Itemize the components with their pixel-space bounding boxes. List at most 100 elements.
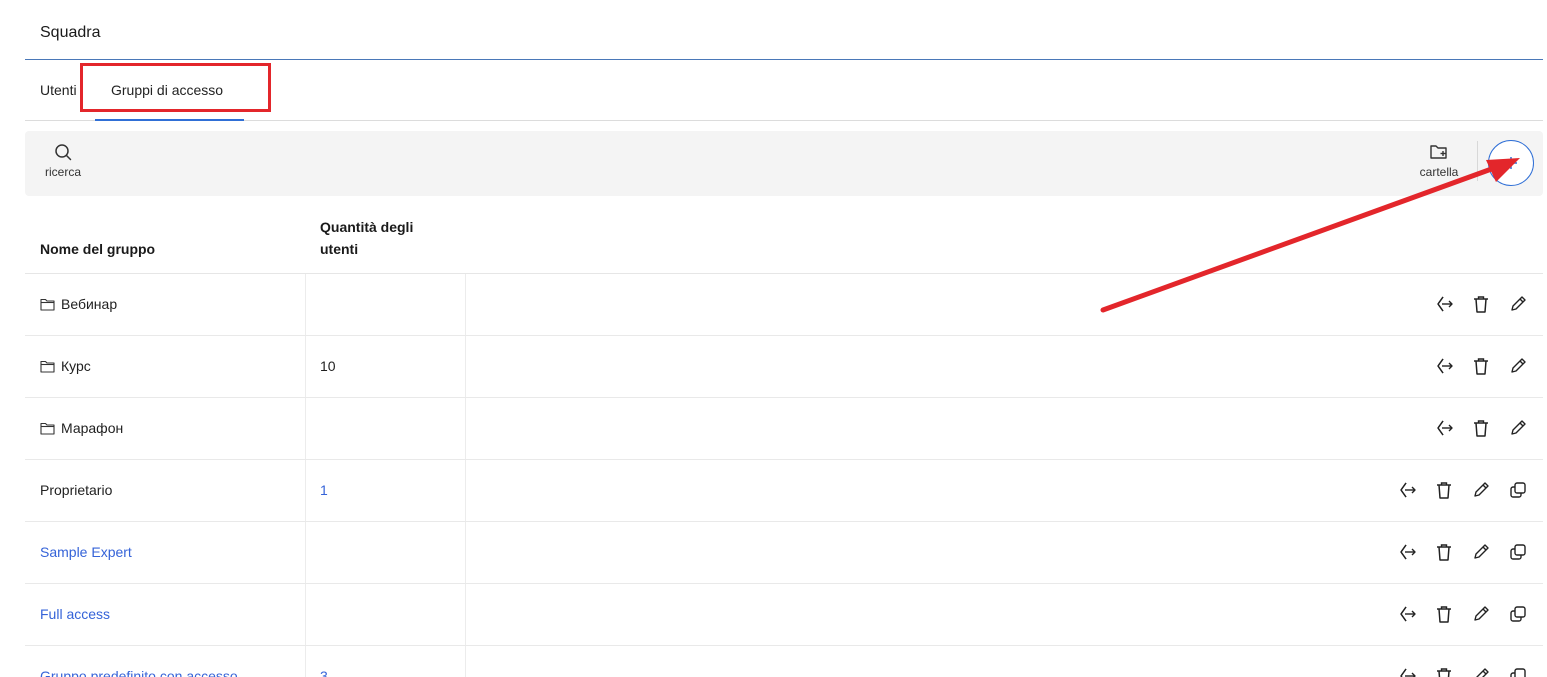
pencil-icon bbox=[1474, 544, 1489, 559]
table-row: Full access bbox=[25, 584, 1543, 646]
exit-arrow-icon bbox=[1400, 544, 1416, 560]
group-name-text: Full access bbox=[40, 606, 111, 622]
table-row: Марафон bbox=[25, 398, 1543, 460]
exit-arrow-icon bbox=[1437, 358, 1453, 374]
edit-button[interactable] bbox=[1471, 604, 1491, 624]
group-name-text: Курс bbox=[61, 358, 91, 374]
column-divider bbox=[465, 646, 466, 677]
column-divider bbox=[305, 274, 306, 335]
duplicate-icon bbox=[1510, 544, 1526, 560]
toolbar: ricerca cartella bbox=[25, 131, 1543, 196]
trash-icon bbox=[1474, 420, 1488, 437]
table-header: Nome del gruppo Quantità degli utenti bbox=[25, 200, 1543, 274]
edit-button[interactable] bbox=[1508, 418, 1528, 438]
edit-button[interactable] bbox=[1471, 666, 1491, 677]
column-divider bbox=[465, 522, 466, 583]
delete-button[interactable] bbox=[1434, 604, 1454, 624]
group-name[interactable]: Gruppo predefinito con accesso bbox=[40, 668, 238, 677]
delete-button[interactable] bbox=[1434, 480, 1454, 500]
exit-arrow-icon bbox=[1400, 606, 1416, 622]
delete-button[interactable] bbox=[1471, 356, 1491, 376]
trash-icon bbox=[1474, 358, 1488, 375]
delete-button[interactable] bbox=[1434, 542, 1454, 562]
folder-icon bbox=[40, 422, 55, 435]
duplicate-icon bbox=[1510, 482, 1526, 498]
column-divider bbox=[305, 522, 306, 583]
page-title: Squadra bbox=[40, 24, 101, 41]
delete-button[interactable] bbox=[1471, 418, 1491, 438]
row-actions bbox=[1434, 356, 1528, 376]
exit-arrow-icon bbox=[1437, 296, 1453, 312]
duplicate-button[interactable] bbox=[1508, 480, 1528, 500]
active-tab-indicator bbox=[95, 119, 244, 121]
exit-button[interactable] bbox=[1397, 542, 1417, 562]
group-name: Вебинар bbox=[40, 296, 117, 312]
group-name[interactable]: Sample Expert bbox=[40, 544, 132, 560]
exit-arrow-icon bbox=[1400, 668, 1416, 677]
edit-button[interactable] bbox=[1508, 356, 1528, 376]
user-count[interactable]: 1 bbox=[320, 482, 328, 498]
delete-button[interactable] bbox=[1434, 666, 1454, 677]
add-group-button[interactable] bbox=[1488, 140, 1534, 186]
row-actions bbox=[1397, 542, 1528, 562]
group-name-text: Марафон bbox=[61, 420, 124, 436]
group-name[interactable]: Full access bbox=[40, 606, 110, 622]
group-name-text: Вебинар bbox=[61, 296, 118, 312]
user-count[interactable]: 3 bbox=[320, 668, 328, 677]
table-body: Вебинар Курс 10 Марафон Proprietario 1 Sample … bbox=[25, 274, 1543, 677]
add-folder-button[interactable]: cartella bbox=[1413, 143, 1465, 179]
duplicate-icon bbox=[1510, 606, 1526, 622]
trash-icon bbox=[1437, 482, 1451, 499]
search-button[interactable]: ricerca bbox=[39, 143, 87, 179]
delete-button[interactable] bbox=[1471, 294, 1491, 314]
trash-icon bbox=[1437, 606, 1451, 623]
page-header: Squadra bbox=[25, 0, 1543, 60]
exit-button[interactable] bbox=[1434, 294, 1454, 314]
column-divider bbox=[465, 336, 466, 397]
exit-button[interactable] bbox=[1434, 356, 1454, 376]
pencil-icon bbox=[1474, 482, 1489, 497]
row-actions bbox=[1397, 480, 1528, 500]
table-row: Sample Expert bbox=[25, 522, 1543, 584]
folder-icon bbox=[40, 298, 55, 311]
pencil-icon bbox=[1511, 296, 1526, 311]
column-divider bbox=[465, 274, 466, 335]
exit-button[interactable] bbox=[1397, 666, 1417, 677]
pencil-icon bbox=[1511, 420, 1526, 435]
pencil-icon bbox=[1476, 668, 1489, 677]
search-icon bbox=[55, 144, 72, 161]
toolbar-divider bbox=[1477, 141, 1478, 181]
exit-button[interactable] bbox=[1434, 418, 1454, 438]
duplicate-button[interactable] bbox=[1508, 604, 1528, 624]
table-row: Proprietario 1 bbox=[25, 460, 1543, 522]
duplicate-button[interactable] bbox=[1508, 542, 1528, 562]
tab-utenti[interactable]: Utenti bbox=[40, 82, 77, 98]
group-name: Proprietario bbox=[40, 482, 112, 498]
table-row: Курс 10 bbox=[25, 336, 1543, 398]
duplicate-button[interactable] bbox=[1508, 666, 1528, 677]
duplicate-icon bbox=[1510, 668, 1526, 677]
exit-button[interactable] bbox=[1397, 604, 1417, 624]
edit-button[interactable] bbox=[1471, 542, 1491, 562]
exit-button[interactable] bbox=[1397, 480, 1417, 500]
groups-table: Nome del gruppo Quantità degli utenti Ве… bbox=[25, 200, 1543, 677]
user-count: 10 bbox=[320, 358, 336, 374]
trash-icon bbox=[1474, 296, 1488, 313]
search-label: ricerca bbox=[44, 165, 81, 179]
edit-button[interactable] bbox=[1508, 294, 1528, 314]
annotation-highlight-box bbox=[80, 63, 271, 112]
edit-button[interactable] bbox=[1471, 480, 1491, 500]
column-divider bbox=[305, 646, 306, 677]
pencil-icon bbox=[1474, 606, 1489, 621]
exit-arrow-icon bbox=[1400, 482, 1416, 498]
column-header-name: Nome del gruppo bbox=[40, 241, 156, 257]
column-divider bbox=[305, 398, 306, 459]
folder-plus-icon bbox=[1430, 145, 1447, 159]
group-name-text: Sample Expert bbox=[40, 544, 132, 560]
column-divider bbox=[465, 584, 466, 645]
row-actions bbox=[1397, 666, 1528, 677]
table-row: Gruppo predefinito con accesso 3 bbox=[25, 646, 1543, 677]
folder-icon bbox=[40, 360, 55, 373]
trash-icon bbox=[1437, 668, 1451, 677]
row-actions bbox=[1397, 604, 1528, 624]
